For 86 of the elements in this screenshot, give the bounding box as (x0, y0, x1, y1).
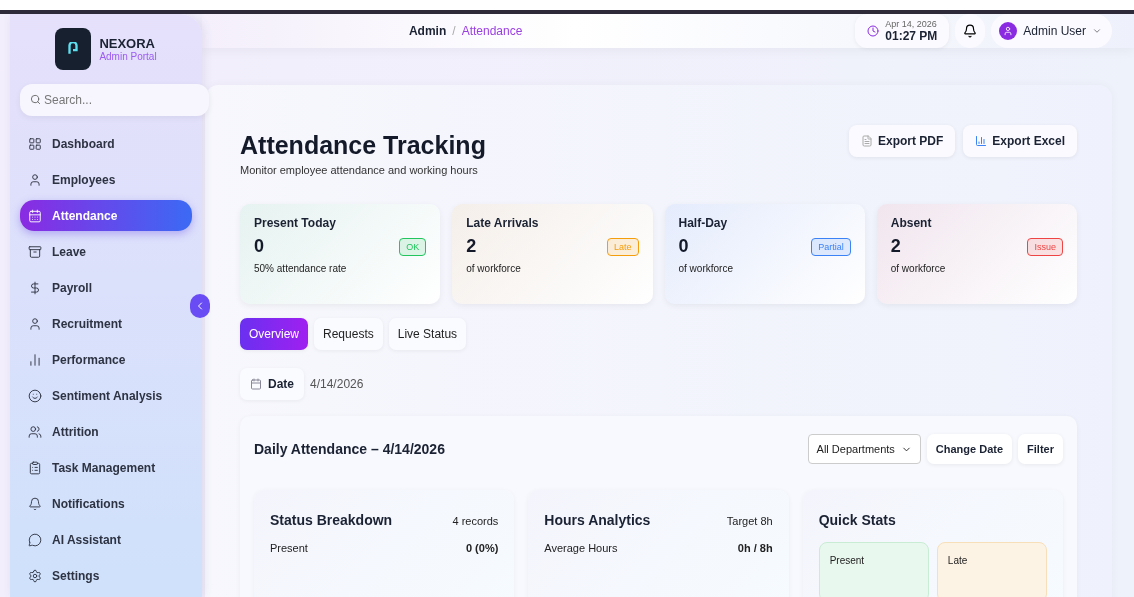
row-value: 0h / 8h (737, 542, 773, 554)
stat-title: Late Arrivals (466, 216, 540, 230)
stat-note: of workforce (466, 263, 522, 274)
time-text: 01:27 PM (885, 29, 938, 43)
bar-chart-icon (28, 352, 42, 367)
toolbar-button[interactable]: Change Date (926, 434, 1013, 464)
row-label: Average Hours (544, 542, 618, 554)
status-badge: Late (606, 237, 639, 256)
export-button[interactable]: Export Excel (963, 125, 1077, 157)
stat-note: 50% attendance rate (254, 263, 348, 274)
panel-title: Quick Stats (818, 512, 896, 528)
stat-note: of workforce (890, 263, 947, 274)
sidebar-item[interactable]: AI Assistant (20, 524, 192, 555)
bar-chart-icon (975, 135, 988, 147)
search-field[interactable]: Search... (20, 84, 209, 116)
sidebar-item[interactable]: Employees (20, 164, 192, 195)
sidebar-item[interactable]: Dashboard (20, 128, 192, 159)
date-text: Apr 14, 2026 (885, 19, 938, 29)
stat-value: 0 (678, 236, 689, 257)
section-title: Daily Attendance – 4/14/2026 (254, 441, 445, 457)
grid-icon (28, 136, 42, 151)
chat-bubble-icon (28, 532, 42, 547)
toolbar-button[interactable]: Filter (1018, 434, 1063, 464)
stat-value: 2 (890, 236, 901, 257)
sidebar-item[interactable]: Notifications (20, 488, 192, 519)
panel-title: Hours Analytics (544, 512, 651, 528)
page-title: Attendance Tracking (240, 131, 486, 160)
bell-icon (963, 24, 978, 38)
logo-mark-icon (66, 42, 81, 56)
stat-title: Absent (890, 216, 933, 230)
settings-icon (28, 568, 42, 583)
sidebar-item[interactable]: Payroll (20, 272, 192, 303)
status-badge: Issue (1027, 237, 1063, 256)
panel-meta: Target 8h (726, 515, 773, 527)
document-icon (860, 135, 873, 147)
stat-note: of workforce (678, 263, 734, 274)
bell-icon (28, 496, 42, 511)
status-badge: OK (399, 237, 427, 256)
date-button[interactable]: Date (240, 368, 304, 400)
caret-icon (1092, 26, 1102, 36)
row-label: Present (270, 542, 308, 554)
export-button[interactable]: Export PDF (848, 125, 956, 157)
panel-meta: 4 records (452, 515, 499, 527)
panel-title: Status Breakdown (270, 512, 393, 528)
notifications-button[interactable] (955, 14, 986, 48)
user-icon (28, 172, 42, 187)
sidebar-item[interactable]: Settings (20, 560, 192, 591)
search-icon (30, 94, 41, 105)
sidebar-item[interactable]: Task Management (20, 452, 192, 483)
archive-icon (28, 244, 42, 259)
department-select[interactable]: All Departments (807, 434, 921, 464)
calendar-icon (28, 208, 42, 223)
tab[interactable]: Live Status (388, 318, 467, 350)
breadcrumb-item[interactable]: Attendance (461, 24, 523, 38)
page-subtitle: Monitor employee attendance and working hours (240, 164, 479, 176)
avatar-icon (999, 22, 1018, 40)
user-menu-button[interactable]: Admin User (991, 14, 1112, 48)
sidebar-item[interactable]: Attendance (20, 200, 192, 231)
clipboard-icon (28, 460, 42, 475)
stat-value: 2 (466, 236, 477, 257)
quick-stat-card: Late (936, 542, 1047, 597)
collapse-sidebar-button[interactable] (190, 294, 210, 318)
breadcrumb-separator: / (452, 24, 456, 38)
breadcrumb-item[interactable]: Admin (408, 24, 447, 38)
sidebar-item[interactable]: Performance (20, 344, 192, 375)
calendar-icon (250, 378, 262, 390)
stat-value: 0 (254, 236, 264, 257)
sidebar-item[interactable]: Leave (20, 236, 192, 267)
smiley-icon (28, 388, 42, 403)
clock-icon (867, 25, 880, 37)
tab[interactable]: Overview (240, 318, 308, 350)
sidebar-item[interactable]: Attrition (20, 416, 192, 447)
users-icon (28, 424, 42, 439)
stat-title: Present Today (254, 216, 337, 230)
dollar-icon (28, 280, 42, 295)
status-badge: Partial (811, 237, 851, 256)
sidebar-item[interactable]: Sentiment Analysis (20, 380, 192, 411)
quick-stat-card: Present (818, 542, 929, 597)
stat-title: Half-Day (678, 216, 729, 230)
user-icon (28, 316, 42, 331)
brand-name: NEXORA (99, 36, 156, 51)
tab[interactable]: Requests (314, 318, 383, 350)
sidebar-item[interactable]: Recruitment (20, 308, 192, 339)
row-value: 0 (0%) (465, 542, 499, 554)
date-value: 4/14/2026 (310, 377, 364, 391)
brand-subtitle: Admin Portal (99, 51, 157, 62)
